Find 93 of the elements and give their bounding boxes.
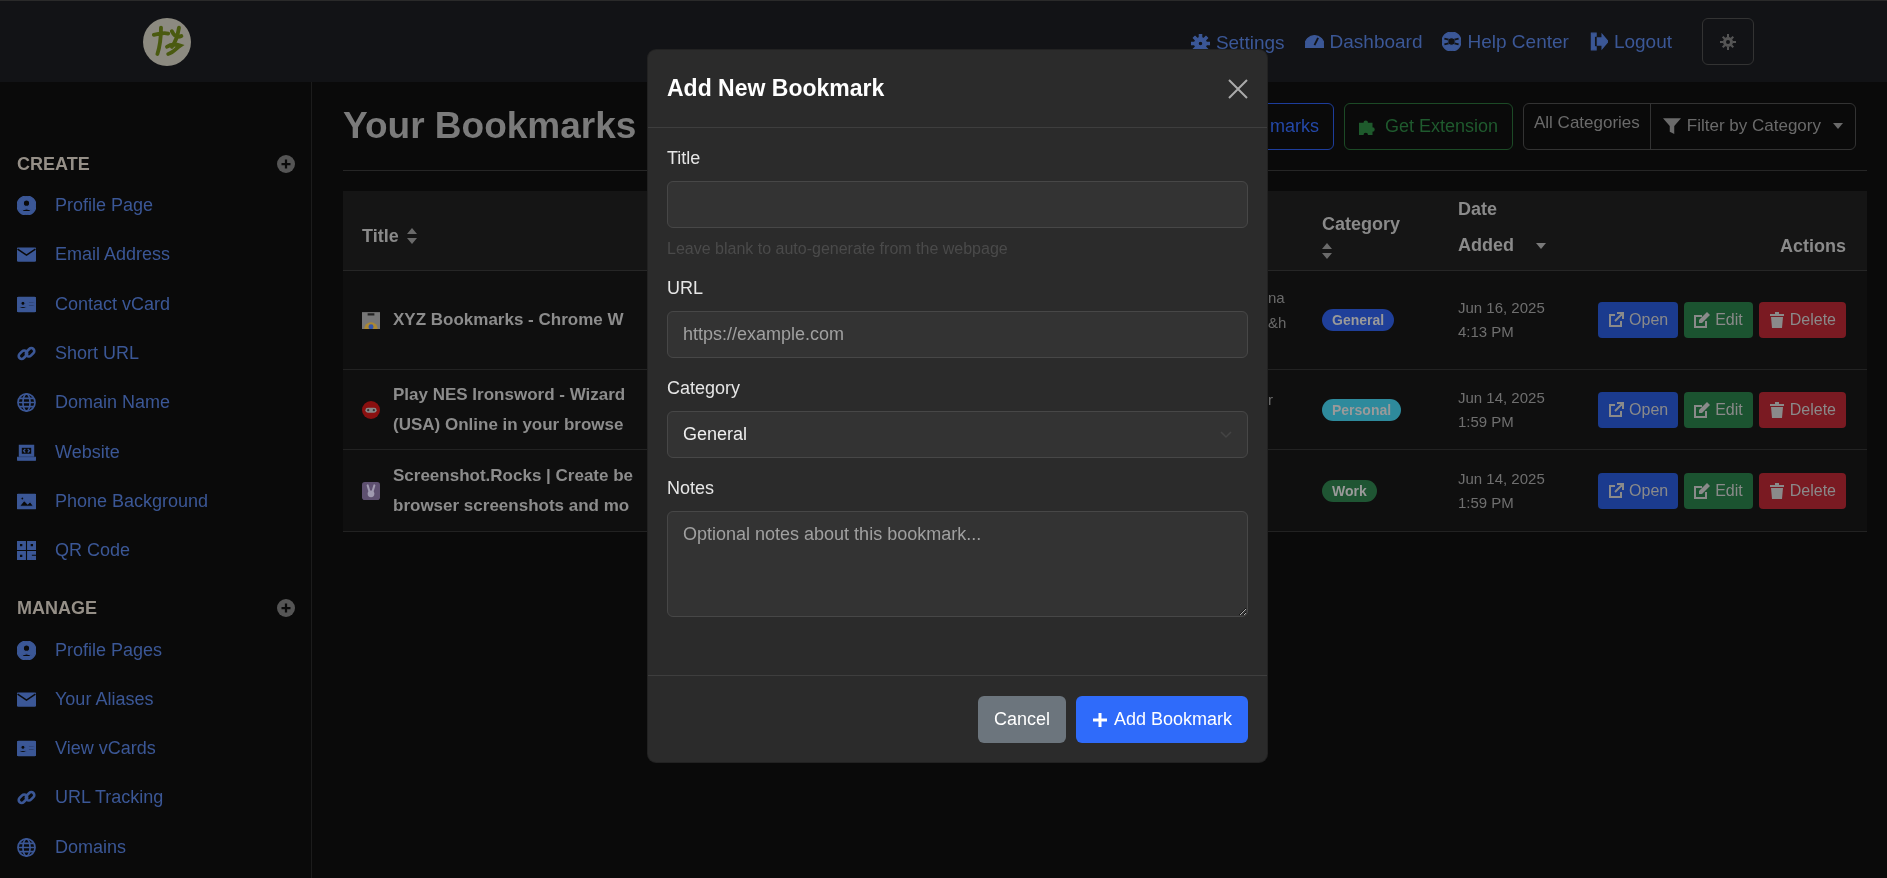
sort-icon[interactable] bbox=[406, 228, 417, 244]
delete-button[interactable]: Delete bbox=[1758, 472, 1846, 509]
plus-icon bbox=[1091, 711, 1108, 728]
external-link-icon bbox=[1608, 312, 1625, 328]
section-heading: MANAGE bbox=[17, 597, 97, 619]
sort-icon[interactable] bbox=[1322, 243, 1332, 259]
add-bookmark-button[interactable]: Add Bookmark bbox=[1075, 696, 1248, 743]
bookmark-title[interactable]: Screenshot.Rocks | Create be browser screenshots and mo bbox=[393, 460, 634, 521]
trash-icon bbox=[1768, 401, 1785, 418]
sidebar-link[interactable]: Website bbox=[17, 427, 291, 477]
sidebar-link[interactable]: Contact vCard bbox=[17, 279, 291, 329]
rabbit-icon bbox=[362, 481, 380, 500]
column-header[interactable]: Actions bbox=[1780, 231, 1846, 261]
bookmark-title[interactable]: Play NES Ironsword - Wizard (USA) Online in your browse bbox=[393, 379, 626, 440]
gamepad-icon bbox=[362, 400, 380, 419]
globe-icon bbox=[17, 393, 36, 413]
sun-icon bbox=[1720, 33, 1736, 50]
dialog-title: Add New Bookmark bbox=[667, 75, 885, 102]
lifebuoy-icon bbox=[1442, 32, 1462, 51]
sidebar-link[interactable]: Profile Pages bbox=[17, 625, 291, 675]
field-label: Title bbox=[667, 148, 702, 169]
envelope-icon bbox=[17, 689, 36, 709]
sidebar-link[interactable]: URL Tracking bbox=[17, 773, 291, 823]
sort-descending-icon[interactable] bbox=[1536, 243, 1546, 249]
external-link-icon bbox=[1608, 401, 1625, 418]
nav-link[interactable]: Help Center bbox=[1442, 30, 1569, 53]
laptop-icon bbox=[17, 442, 36, 462]
globe-icon bbox=[17, 837, 36, 857]
column-header[interactable]: Date Added bbox=[1458, 191, 1528, 263]
filter-dropdown-button[interactable]: Filter by Category bbox=[1650, 103, 1855, 149]
get-extension-button[interactable]: Get Extension bbox=[1343, 102, 1513, 150]
date-added: Jun 14, 2025 1:59 PM bbox=[1458, 469, 1545, 511]
open-button[interactable]: Open bbox=[1598, 391, 1679, 428]
field-label: Category bbox=[667, 378, 742, 399]
delete-button[interactable]: Delete bbox=[1758, 391, 1846, 428]
category-select[interactable]: General bbox=[667, 411, 1248, 458]
edit-button[interactable]: Edit bbox=[1684, 472, 1753, 509]
category-value: All Categories bbox=[1524, 103, 1651, 149]
filter-icon bbox=[1662, 117, 1681, 135]
trash-icon bbox=[1768, 482, 1785, 499]
nav-link[interactable]: Logout bbox=[1588, 30, 1672, 53]
sidebar-link[interactable]: Phone Background bbox=[17, 476, 291, 527]
edit-icon bbox=[1694, 482, 1711, 499]
nav-link[interactable]: Dashboard bbox=[1304, 30, 1423, 53]
date-added: Jun 16, 2025 4:13 PM bbox=[1458, 299, 1545, 340]
notes-field[interactable]: Optional notes about this bookmark... bbox=[667, 511, 1248, 617]
add-icon[interactable] bbox=[277, 155, 295, 173]
sidebar-link[interactable]: Your Aliases bbox=[17, 674, 291, 724]
id-card-icon bbox=[17, 739, 36, 759]
sidebar-link[interactable]: Profile Page bbox=[17, 181, 291, 231]
edit-icon bbox=[1694, 312, 1711, 328]
open-button[interactable]: Open bbox=[1598, 302, 1679, 338]
external-link-icon bbox=[1608, 482, 1625, 499]
edit-icon bbox=[1694, 401, 1711, 418]
field-label: Notes bbox=[667, 478, 716, 499]
sidebar-link[interactable]: QR Code bbox=[17, 526, 291, 576]
column-header[interactable]: Category bbox=[1322, 209, 1401, 239]
url-field[interactable]: https://example.com bbox=[667, 311, 1248, 358]
theme-toggle-button[interactable] bbox=[1702, 18, 1754, 65]
category-badge: Personal bbox=[1322, 398, 1402, 421]
delete-button[interactable]: Delete bbox=[1758, 302, 1846, 338]
gauge-icon bbox=[1304, 32, 1324, 51]
close-icon[interactable] bbox=[1228, 78, 1248, 99]
section-heading: CREATE bbox=[17, 153, 90, 175]
title-field[interactable] bbox=[667, 181, 1248, 228]
puzzle-icon bbox=[1358, 117, 1377, 135]
id-card-icon bbox=[17, 294, 36, 314]
logout-icon bbox=[1588, 32, 1608, 51]
qr-code-icon bbox=[17, 541, 36, 561]
column-header[interactable]: Title bbox=[362, 221, 399, 251]
sidebar-link[interactable]: View vCards bbox=[17, 723, 291, 774]
page-heading: Your Bookmarks bbox=[343, 105, 637, 147]
trash-icon bbox=[1768, 312, 1785, 328]
caret-icon bbox=[1833, 123, 1843, 129]
category-badge: Work bbox=[1322, 479, 1377, 502]
open-button[interactable]: Open bbox=[1598, 472, 1679, 509]
cancel-button[interactable]: Cancel bbox=[977, 696, 1066, 743]
envelope-icon bbox=[17, 245, 36, 265]
date-added: Jun 14, 2025 1:59 PM bbox=[1458, 388, 1545, 430]
logo-icon[interactable] bbox=[143, 17, 191, 66]
table-cell-text: r bbox=[1268, 390, 1274, 410]
sidebar-link[interactable]: Short URL bbox=[17, 328, 291, 379]
category-badge: General bbox=[1322, 309, 1395, 331]
image-icon bbox=[17, 491, 36, 511]
edit-button[interactable]: Edit bbox=[1684, 302, 1753, 338]
sidebar-link[interactable]: Domain Name bbox=[17, 378, 291, 428]
edit-button[interactable]: Edit bbox=[1684, 391, 1753, 428]
field-label: URL bbox=[667, 278, 704, 299]
table-cell-text: na &h bbox=[1268, 288, 1288, 333]
sidebar-link[interactable]: Email Address bbox=[17, 230, 291, 280]
bookmark-title[interactable]: XYZ Bookmarks - Chrome W bbox=[393, 305, 624, 335]
add-icon[interactable] bbox=[277, 599, 295, 618]
sidebar-link[interactable]: Domains bbox=[17, 822, 291, 872]
